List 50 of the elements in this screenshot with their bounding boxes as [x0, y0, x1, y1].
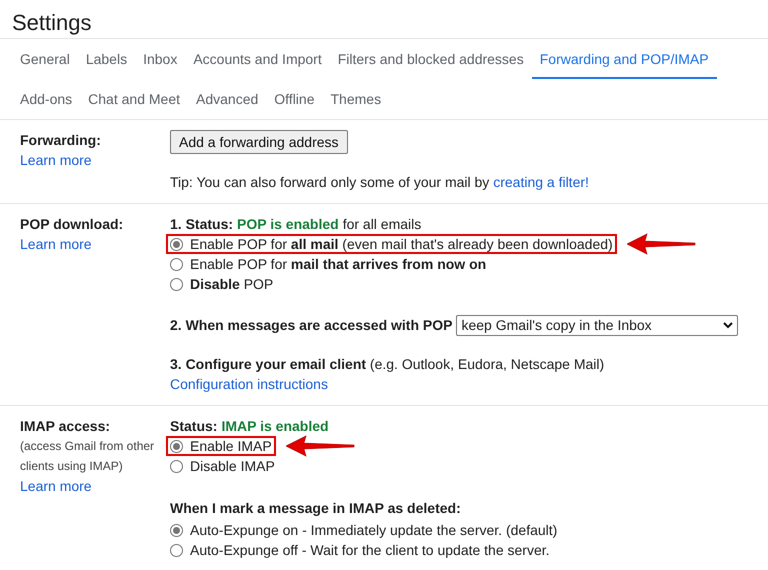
setting-text: 3. Configure your email client (e.g. Outlook, Eudora, Netscape Mail): [170, 355, 606, 374]
dropdown-value: keep Gmail's copy in the Inbox: [461, 316, 652, 335]
settings-tab[interactable]: Add-ons: [12, 79, 80, 119]
configuration-link[interactable]: Configuration instructions: [170, 374, 328, 395]
learn-more-link[interactable]: Learn more: [20, 234, 170, 255]
settings-tab[interactable]: General: [12, 39, 78, 79]
arrow-icon: [286, 435, 356, 457]
radio-button[interactable]: [170, 440, 183, 452]
option-label: Disable IMAP: [190, 456, 275, 476]
status-value: IMAP is enabled: [221, 416, 329, 436]
option-label: Enable POP for mail that arrives from now on: [190, 254, 486, 274]
radio-button[interactable]: [170, 544, 183, 556]
settings-tab[interactable]: Inbox: [135, 39, 186, 79]
section-heading: Forwarding:: [20, 131, 102, 150]
pop-action-dropdown[interactable]: keep Gmail's copy in the Inbox: [456, 314, 738, 336]
settings-tab[interactable]: Advanced: [188, 79, 266, 119]
section-heading: POP download:: [20, 215, 124, 234]
option-label: Enable POP for all mail (even mail that's already been downloaded): [190, 234, 613, 254]
option-label: Auto-Expunge on - Immediately update the server. (default): [190, 520, 558, 540]
section-heading: IMAP access:: [20, 417, 112, 436]
option-label: Auto-Expunge off - Wait for the client to update the server.: [190, 540, 550, 560]
learn-more-link[interactable]: Learn more: [20, 150, 170, 171]
settings-tab[interactable]: Filters and blocked addresses: [330, 39, 532, 79]
setting-label: 2. When messages are accessed with POP: [170, 316, 452, 335]
learn-more-link[interactable]: Learn more: [20, 476, 92, 497]
chevron-down-icon: [723, 322, 734, 328]
radio-button[interactable]: [170, 278, 183, 290]
settings-tab[interactable]: Accounts and Import: [185, 39, 330, 79]
radio-button[interactable]: [170, 258, 183, 270]
setting-label: When I mark a message in IMAP as deleted:: [170, 499, 462, 518]
option-label: Enable IMAP: [190, 436, 272, 456]
create-filter-link[interactable]: creating a filter!: [493, 174, 589, 190]
status-value: POP is enabled: [237, 214, 339, 234]
settings-tab[interactable]: Offline: [266, 79, 322, 119]
status-label: 1. Status:: [170, 214, 234, 234]
settings-tab[interactable]: Themes: [322, 79, 390, 119]
status-label: Status:: [170, 416, 218, 436]
option-label: Disable POP: [190, 274, 274, 294]
add-forwarding-button[interactable]: Add a forwarding address: [170, 130, 348, 154]
settings-tab[interactable]: Forwarding and POP/IMAP: [532, 39, 717, 79]
section-note: (access Gmail from other clients using IMAP): [20, 438, 156, 475]
arrow-icon: [626, 233, 697, 255]
radio-button[interactable]: [170, 524, 183, 536]
tip-text: Tip: You can also forward only some of your mail by creating a filter!: [170, 173, 590, 192]
settings-tab[interactable]: Chat and Meet: [80, 79, 188, 119]
radio-button[interactable]: [170, 238, 183, 250]
status-text: for all emails: [342, 214, 422, 234]
settings-tab[interactable]: Labels: [78, 39, 136, 79]
radio-button[interactable]: [170, 460, 183, 472]
page-title: Settings: [11, 9, 92, 37]
